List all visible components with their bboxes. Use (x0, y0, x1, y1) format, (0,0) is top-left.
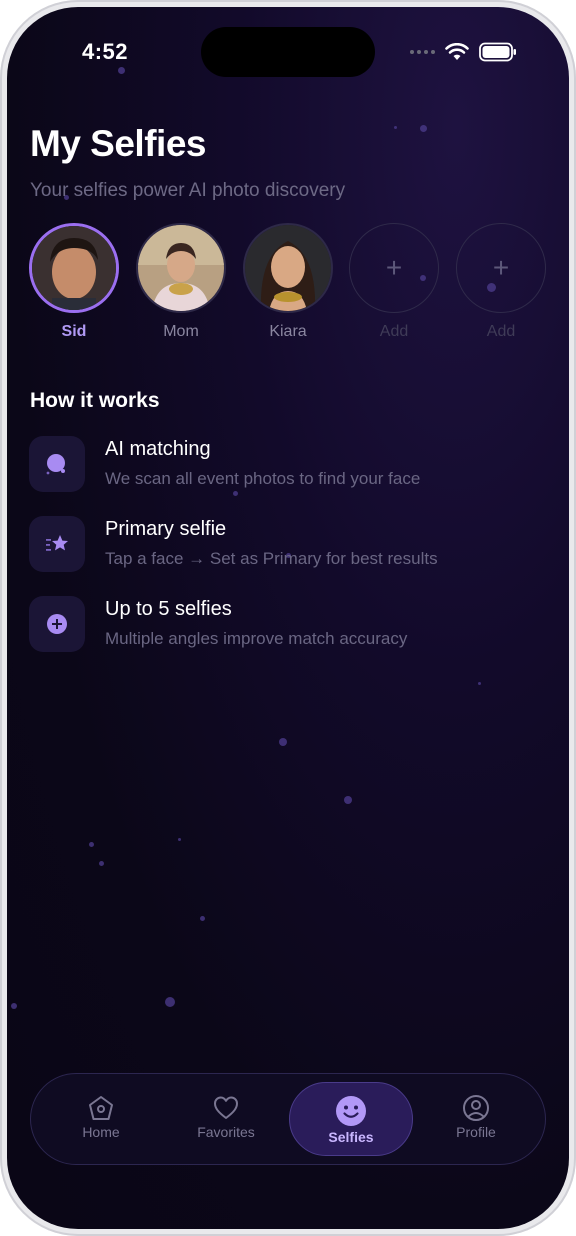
star-icon (29, 516, 85, 572)
tab-selfies[interactable]: Selfies (289, 1082, 413, 1156)
particle (99, 861, 104, 866)
face-photo-sid (32, 226, 116, 310)
face-photo-kiara (245, 225, 331, 311)
status-time: 4:52 (82, 39, 129, 64)
particle (394, 126, 397, 129)
avatar[interactable] (243, 223, 333, 313)
profile-icon (463, 1095, 489, 1121)
how-item-up-to-5-selfies: Up to 5 selfies Multiple angles improve … (29, 596, 549, 654)
how-item-title: Up to 5 selfies (105, 598, 232, 620)
tab-home[interactable]: Home (39, 1082, 163, 1156)
plus-icon: + (492, 252, 510, 283)
particle (344, 796, 352, 804)
add-selfie-button[interactable]: + Add (455, 223, 547, 341)
face-photo-mom (138, 225, 224, 311)
tab-profile[interactable]: Profile (414, 1082, 538, 1156)
ai-face-icon (29, 436, 85, 492)
tab-label: Favorites (197, 1124, 255, 1140)
how-item-title: Primary selfie (105, 518, 227, 540)
add-slot[interactable]: + (456, 223, 546, 313)
particle (178, 838, 181, 841)
particle (478, 682, 481, 685)
selfie-item-mom[interactable]: Mom (135, 223, 227, 341)
tab-label: Home (82, 1124, 120, 1140)
smiley-icon (336, 1096, 366, 1126)
tab-label: Selfies (328, 1129, 374, 1145)
particle (200, 916, 205, 921)
tab-bar: Home Favorites Selfies Profile (30, 1073, 546, 1165)
section-title: How it works (30, 389, 160, 412)
add-slot[interactable]: + (349, 223, 439, 313)
how-item-description: Tap a face → Set as Primary for best res… (105, 549, 438, 568)
particle (11, 1003, 17, 1009)
dynamic-island (201, 27, 375, 77)
home-icon (89, 1096, 113, 1120)
selfie-item-kiara[interactable]: Kiara (242, 223, 334, 341)
cellular-signal-icon (410, 50, 435, 54)
page-title: My Selfies (30, 123, 206, 164)
wifi-icon (445, 43, 469, 60)
avatar[interactable] (136, 223, 226, 313)
plus-icon: + (385, 252, 403, 283)
selfie-label: Add (379, 323, 409, 340)
how-item-description: Multiple angles improve match accuracy (105, 629, 408, 648)
how-item-primary-selfie: Primary selfie Tap a face → Set as Prima… (29, 516, 549, 574)
app-screen: 4:52 My Selfies Your selfies power AI ph… (7, 7, 569, 1229)
particle (420, 125, 427, 132)
battery-icon (479, 42, 516, 62)
particle (118, 67, 125, 74)
how-item-description: We scan all event photos to find your fa… (105, 469, 421, 488)
how-item-ai-matching: AI matching We scan all event photos to … (29, 436, 549, 494)
particle (89, 842, 94, 847)
tab-label: Profile (456, 1124, 496, 1140)
page-subtitle: Your selfies power AI photo discovery (30, 180, 346, 201)
selfie-label: Sid (61, 323, 87, 340)
selfie-item-sid[interactable]: Sid (28, 223, 120, 341)
status-icons (410, 41, 517, 63)
how-item-title: AI matching (105, 438, 211, 460)
avatar[interactable] (29, 223, 119, 313)
particle (165, 997, 175, 1007)
particle (279, 738, 287, 746)
heart-icon (214, 1096, 238, 1119)
plus-circle-icon (29, 596, 85, 652)
tab-favorites[interactable]: Favorites (164, 1082, 288, 1156)
selfie-label: Mom (163, 323, 199, 340)
add-selfie-button[interactable]: + Add (348, 223, 440, 341)
selfie-label: Add (486, 323, 516, 340)
selfie-label: Kiara (269, 323, 307, 340)
